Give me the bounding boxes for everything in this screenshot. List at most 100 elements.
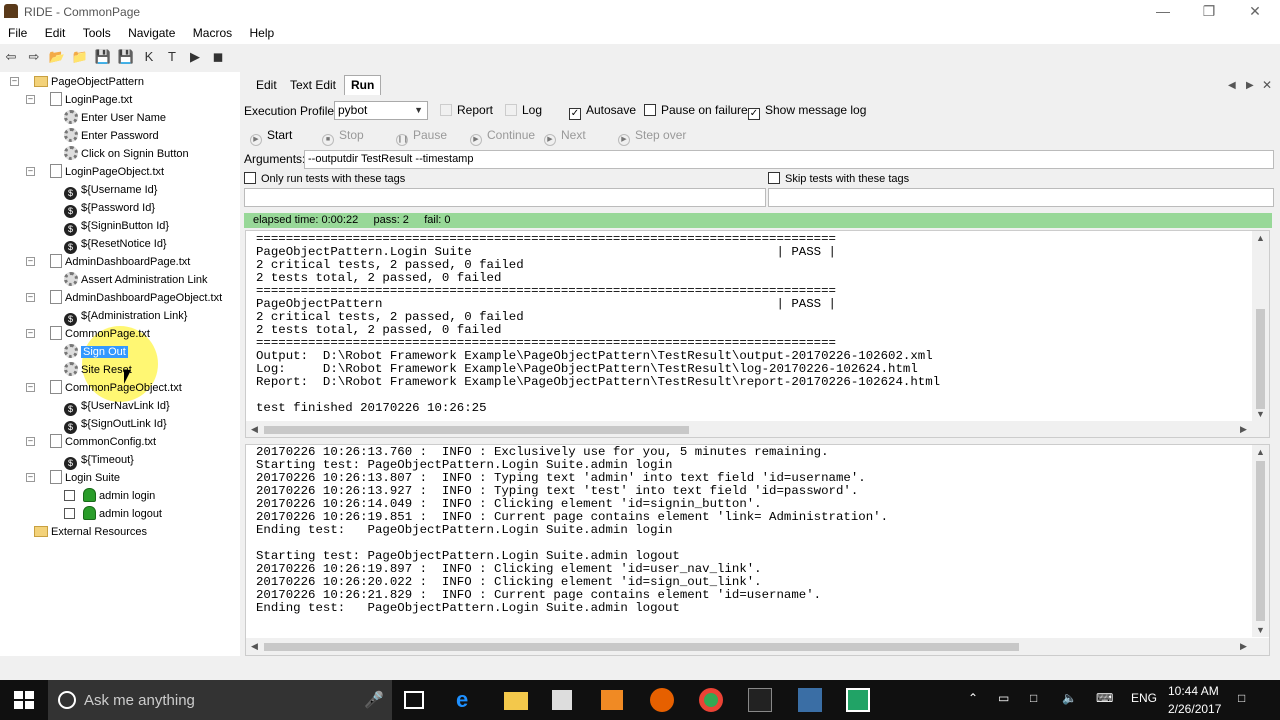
tree-item-loginpage[interactable]: LoginPage.txt [50, 91, 132, 109]
message-log-pane[interactable]: 20170226 10:26:13.760 : INFO : Exclusive… [245, 444, 1270, 656]
scroll-thumb[interactable] [264, 426, 689, 434]
tree-item-keyword[interactable]: Click on Signin Button [64, 145, 189, 163]
keyword-search-icon[interactable]: K [140, 48, 158, 66]
microphone-icon[interactable]: 🎤 [364, 690, 384, 710]
scroll-thumb[interactable] [1256, 309, 1265, 409]
tab-run[interactable]: Run [344, 75, 382, 95]
exclude-tags-input[interactable] [768, 188, 1274, 207]
scroll-down-icon[interactable]: ▼ [1256, 409, 1265, 419]
scroll-thumb[interactable] [1256, 461, 1265, 621]
file-explorer-icon[interactable] [504, 692, 528, 710]
log-vertical-scrollbar[interactable]: ▲ ▼ [1252, 445, 1269, 637]
collapse-icon[interactable]: – [26, 383, 35, 392]
tree-item-admindashboardpageobject[interactable]: AdminDashboardPageObject.txt [50, 289, 222, 307]
tree-item-commonconfig[interactable]: CommonConfig.txt [50, 433, 156, 451]
terminal-icon[interactable] [748, 688, 772, 712]
tree-item-admindashboardpage[interactable]: AdminDashboardPage.txt [50, 253, 190, 271]
log-horizontal-scrollbar[interactable]: ◀ ▶ [246, 638, 1269, 655]
tree-item-variable[interactable]: $ ${SigninButton Id} [64, 217, 169, 236]
firefox-icon[interactable] [650, 688, 674, 712]
skip-tags-checkbox[interactable]: Skip tests with these tags [768, 171, 909, 187]
execution-profile-select[interactable]: pybot ▼ [334, 101, 428, 120]
tab-left-arrow-icon[interactable]: ◀ [1228, 80, 1236, 91]
tree-item-login-suite[interactable]: Login Suite [50, 469, 120, 487]
open-folder-icon[interactable]: 📁 [71, 48, 89, 66]
run-icon[interactable]: ▶ [186, 48, 204, 66]
scroll-up-icon[interactable]: ▲ [1256, 233, 1265, 243]
tree-item-keyword[interactable]: Enter Password [64, 127, 159, 145]
test-checkbox[interactable] [64, 490, 75, 501]
tree-item-commonpage[interactable]: CommonPage.txt [50, 325, 150, 343]
stop-button[interactable]: ■ Stop [322, 126, 364, 146]
tree-item-loginpageobject[interactable]: LoginPageObject.txt [50, 163, 164, 181]
battery-icon[interactable]: ▭ [998, 691, 1009, 705]
report-button[interactable]: Report [440, 102, 493, 118]
pause-button[interactable]: ❙❙ Pause [396, 126, 447, 146]
store-icon[interactable] [552, 690, 572, 710]
tab-text-edit[interactable]: Text Edit [284, 76, 342, 96]
tree-item-pageobjectpattern[interactable]: PageObjectPattern [34, 73, 144, 91]
maximize-icon[interactable]: ❐ [1186, 0, 1232, 24]
step-over-button[interactable]: ▶ Step over [618, 126, 686, 146]
minimize-icon[interactable]: — [1140, 0, 1186, 24]
continue-button[interactable]: ▶ Continue [470, 126, 535, 146]
tree-item-commonpageobject[interactable]: CommonPageObject.txt [50, 379, 182, 397]
collapse-icon[interactable]: – [26, 95, 35, 104]
clock-time[interactable]: 10:44 AM [1168, 684, 1219, 698]
action-center-icon[interactable]: □ [1238, 691, 1245, 705]
show-hidden-icons-icon[interactable]: ⌃ [968, 691, 978, 705]
stop-icon[interactable]: ◼ [209, 48, 227, 66]
chrome-icon[interactable] [699, 688, 723, 712]
media-player-icon[interactable] [601, 690, 623, 710]
test-search-icon[interactable]: T [163, 48, 181, 66]
open-directory-icon[interactable]: 📂 [48, 48, 66, 66]
collapse-icon[interactable]: – [26, 329, 35, 338]
edge-icon[interactable]: e [456, 688, 480, 712]
show-message-log-checkbox[interactable]: ✓ Show message log [748, 102, 866, 120]
tab-right-arrow-icon[interactable]: ▶ [1246, 80, 1254, 91]
output-horizontal-scrollbar[interactable]: ◀ ▶ [246, 421, 1269, 437]
tree-item-variable[interactable]: $ ${Administration Link} [64, 307, 187, 326]
tree-item-keyword-selected[interactable]: Sign Out [64, 343, 128, 361]
tree-item-variable[interactable]: $ ${UserNavLink Id} [64, 397, 170, 416]
test-checkbox[interactable] [64, 508, 75, 519]
tree-item-variable[interactable]: $ ${Username Id} [64, 181, 157, 200]
python-icon[interactable] [798, 688, 822, 712]
tree-item-keyword[interactable]: Assert Administration Link [64, 271, 208, 289]
scroll-up-icon[interactable]: ▲ [1256, 447, 1265, 457]
scroll-left-icon[interactable]: ◀ [251, 424, 258, 435]
tree-item-variable[interactable]: $ ${SignOutLink Id} [64, 415, 167, 434]
clock-date[interactable]: 2/26/2017 [1168, 702, 1221, 716]
cortana-search-box[interactable]: Ask me anything 🎤 [48, 680, 392, 720]
keyboard-icon[interactable]: ⌨ [1096, 691, 1113, 705]
collapse-icon[interactable]: – [10, 77, 19, 86]
menu-help[interactable]: Help [235, 24, 274, 40]
collapse-icon[interactable]: – [26, 437, 35, 446]
scroll-left-icon[interactable]: ◀ [251, 641, 258, 652]
menu-macros[interactable]: Macros [179, 24, 232, 40]
language-indicator[interactable]: ENG [1131, 691, 1157, 705]
include-tags-input[interactable] [244, 188, 766, 207]
ride-taskbar-icon[interactable] [846, 688, 870, 712]
scroll-down-icon[interactable]: ▼ [1256, 625, 1265, 635]
output-vertical-scrollbar[interactable]: ▲ ▼ [1252, 231, 1269, 421]
pause-on-failure-checkbox[interactable]: Pause on failure [644, 102, 748, 118]
save-all-icon[interactable]: 💾 [117, 48, 135, 66]
back-icon[interactable]: ⇦ [2, 48, 20, 66]
menu-tools[interactable]: Tools [69, 24, 111, 40]
menu-edit[interactable]: Edit [31, 24, 66, 40]
tree-item-variable[interactable]: $ ${Password Id} [64, 199, 155, 218]
scroll-right-icon[interactable]: ▶ [1240, 424, 1247, 435]
tree-item-variable[interactable]: $ ${ResetNotice Id} [64, 235, 167, 254]
tree-item-external-resources[interactable]: External Resources [34, 523, 147, 541]
tree-item-variable[interactable]: $ ${Timeout} [64, 451, 134, 470]
autosave-checkbox[interactable]: ✓ Autosave [569, 102, 636, 120]
log-button[interactable]: Log [505, 102, 542, 118]
tree-item-keyword[interactable]: Site Reset [64, 361, 132, 379]
windows-start-icon[interactable] [12, 688, 36, 712]
only-run-tags-checkbox[interactable]: Only run tests with these tags [244, 171, 405, 187]
collapse-icon[interactable]: – [26, 167, 35, 176]
arguments-input[interactable]: --outputdir TestResult --timestamp [304, 150, 1274, 169]
next-button[interactable]: ▶ Next [544, 126, 586, 146]
menu-file[interactable]: File [0, 24, 27, 40]
